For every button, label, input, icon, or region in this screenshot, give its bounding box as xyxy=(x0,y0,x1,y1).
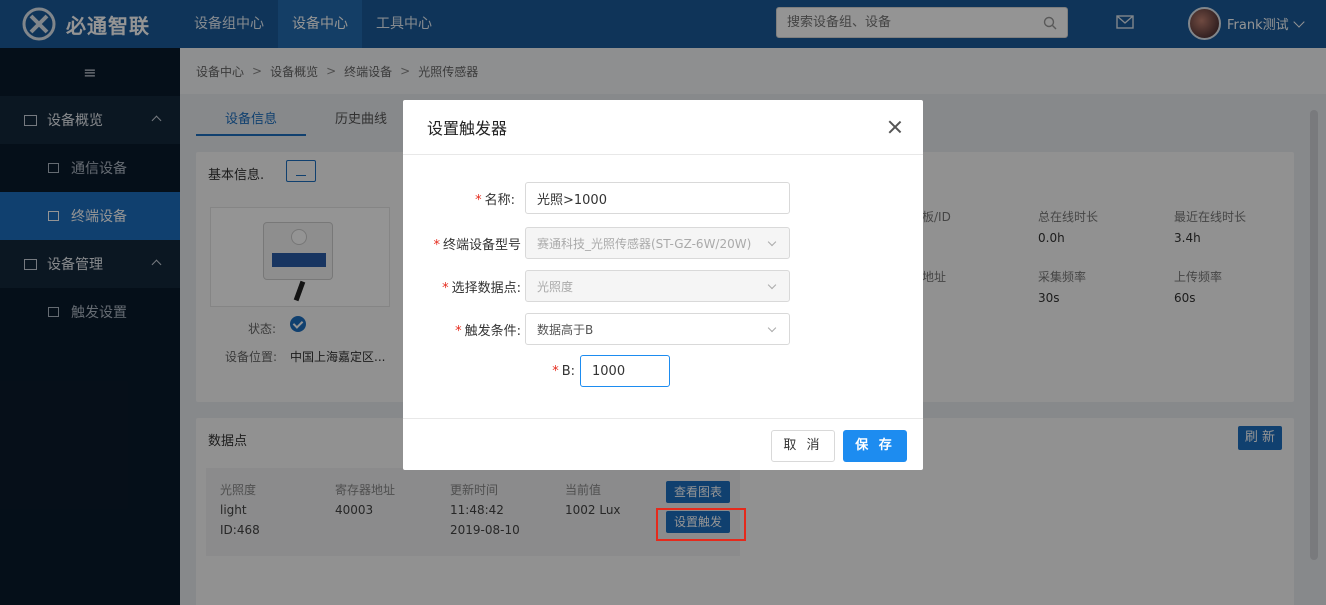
save-button[interactable]: 保 存 xyxy=(843,430,907,462)
chevron-down-icon xyxy=(767,323,777,333)
name-input[interactable] xyxy=(537,190,778,206)
model-select[interactable]: 赛通科技_光照传感器(ST-GZ-6W/20W) xyxy=(525,227,790,259)
chevron-down-icon xyxy=(767,280,777,290)
b-input[interactable] xyxy=(592,363,658,379)
form-row-datapoint: * 选择数据点: 光照度 xyxy=(403,270,790,302)
modal-title: 设置触发器 xyxy=(427,119,508,138)
condition-label: 触发条件: xyxy=(464,323,521,339)
condition-select[interactable]: 数据高于B xyxy=(525,313,790,345)
modal-header: 设置触发器 xyxy=(403,100,923,155)
form-row-model: * 终端设备型号 赛通科技_光照传感器(ST-GZ-6W/20W) xyxy=(403,227,790,259)
datapoint-label: 选择数据点: xyxy=(451,280,521,296)
form-row-condition: * 触发条件: 数据高于B xyxy=(403,313,790,345)
datapoint-value: 光照度 xyxy=(537,279,574,294)
name-field[interactable] xyxy=(525,182,790,214)
form-row-b: * B: xyxy=(403,355,670,387)
name-label: 名称: xyxy=(484,192,515,208)
model-label: 终端设备型号 xyxy=(442,237,521,253)
highlight-box-on-overlay xyxy=(656,508,746,541)
b-label: B: xyxy=(561,363,575,379)
modal-footer: 取 消 保 存 xyxy=(403,418,923,470)
trigger-modal: 设置触发器 *名称: *终端设备型号 赛通科技_光照传感器(ST-GZ-6W/2… xyxy=(403,100,923,470)
condition-value: 数据高于B xyxy=(537,322,594,337)
model-value: 赛通科技_光照传感器(ST-GZ-6W/20W) xyxy=(537,236,752,251)
chevron-down-icon xyxy=(767,237,777,247)
b-field[interactable] xyxy=(580,355,670,387)
cancel-button[interactable]: 取 消 xyxy=(771,430,835,462)
close-icon[interactable] xyxy=(889,121,901,133)
form-row-name: * 名称: xyxy=(403,182,790,214)
datapoint-select[interactable]: 光照度 xyxy=(525,270,790,302)
